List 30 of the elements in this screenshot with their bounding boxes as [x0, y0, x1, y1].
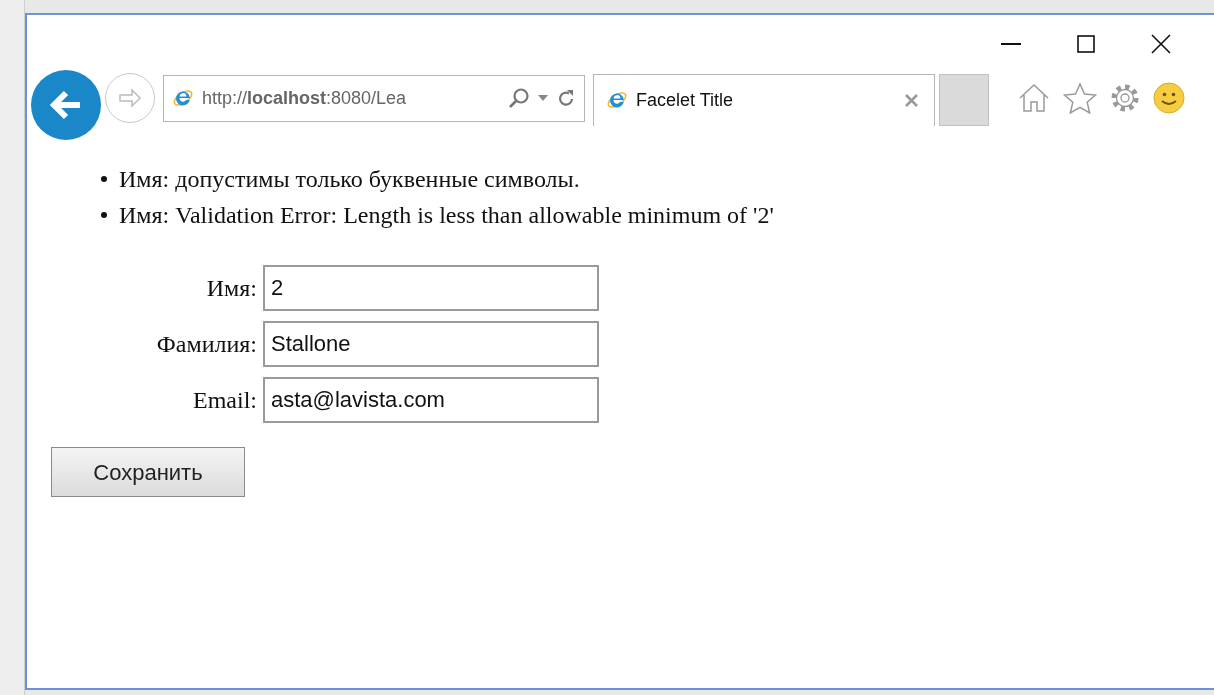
- star-icon[interactable]: [1063, 82, 1097, 114]
- input-field[interactable]: Stallone: [263, 321, 599, 367]
- bullet-icon: [101, 176, 107, 182]
- url-text: http://localhost:8080/Lea: [202, 86, 407, 110]
- field-label: Email:: [192, 386, 257, 415]
- tab-title: Facelet Title: [636, 88, 735, 112]
- back-arrow-icon: [49, 90, 83, 120]
- forward-arrow-icon: [118, 88, 142, 108]
- search-icon[interactable]: [508, 87, 530, 109]
- browser-tab[interactable]: Facelet Title: [593, 73, 935, 126]
- browser-logo-icon: [172, 87, 194, 109]
- close-icon: [1150, 34, 1171, 54]
- settings-icon[interactable]: [1109, 82, 1141, 114]
- field-label: Фамилия:: [155, 330, 257, 359]
- browser-logo-icon: [606, 89, 628, 111]
- field-label: Имя:: [205, 274, 257, 303]
- save-button[interactable]: Сохранить: [51, 447, 245, 497]
- minimize-icon: [1000, 43, 1021, 45]
- close-tab-icon[interactable]: [905, 93, 918, 107]
- home-icon[interactable]: [1017, 83, 1051, 113]
- error-message: Имя: Validation Error: Length is less than allowable minimum of '2': [119, 201, 774, 230]
- input-field[interactable]: asta@lavista.com: [263, 377, 599, 423]
- maximize-icon: [1076, 35, 1095, 53]
- address-bar[interactable]: http://localhost:8080/Lea: [163, 74, 585, 122]
- bullet-icon: [101, 212, 107, 218]
- smiley-icon[interactable]: [1153, 82, 1185, 114]
- error-message: Имя: допустимы только буквенные символы.: [119, 165, 580, 194]
- input-field[interactable]: 2: [263, 265, 599, 311]
- caret-icon[interactable]: [538, 95, 548, 101]
- refresh-icon[interactable]: [556, 88, 576, 108]
